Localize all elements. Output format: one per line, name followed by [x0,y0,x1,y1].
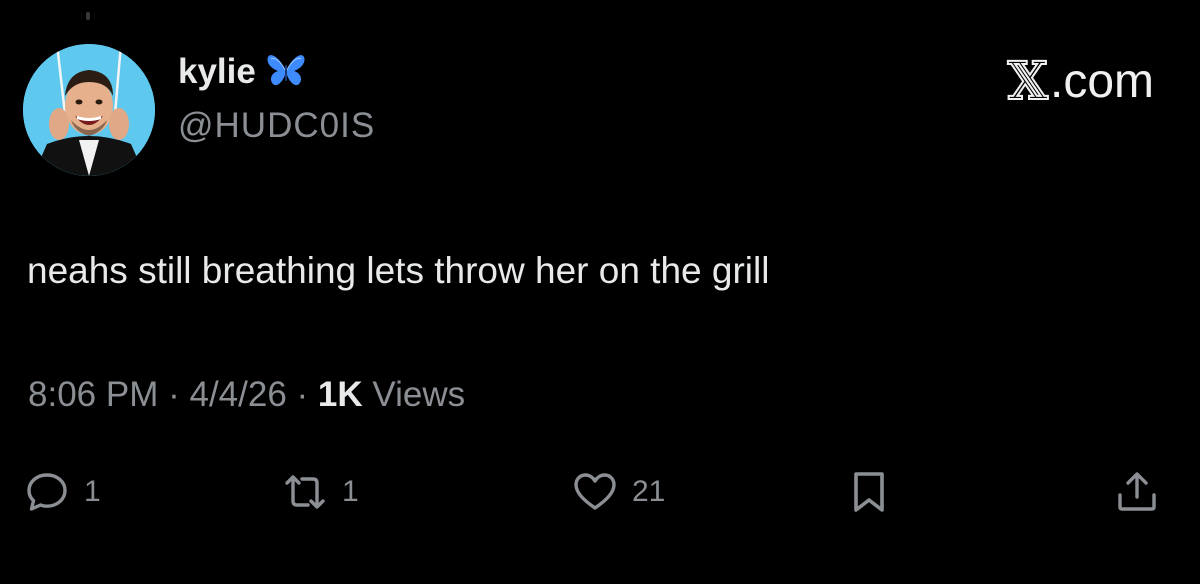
heart-icon [574,473,616,510]
top-indicator [86,12,90,20]
meta-separator: · [168,375,180,414]
views-count: 1K [317,375,363,414]
retweet-count: 1 [342,475,359,508]
butterfly-icon [266,53,306,91]
bookmark-icon [854,472,884,512]
avatar[interactable] [23,44,155,176]
share-icon [1118,472,1156,511]
retweet-button[interactable]: 1 [282,462,359,522]
author-handle[interactable]: @HUDC0IS [178,106,375,146]
meta-separator: · [296,375,309,414]
views-label: Views [372,375,466,414]
bookmark-button[interactable] [846,462,892,522]
share-button[interactable] [1114,462,1160,522]
reply-button[interactable]: 1 [24,462,101,522]
tweet-meta: 8:06 PM · 4/4/26 · 1K Views [28,374,465,416]
brand-watermark: 𝕏 .com [1007,52,1154,112]
retweet-icon [285,475,325,509]
author-display-name[interactable]: kylie [178,52,256,92]
like-button[interactable]: 21 [572,462,665,522]
x-logo-icon: 𝕏 [1007,52,1049,112]
author-name-row: kylie [178,52,306,92]
reply-icon [27,473,67,511]
tweet-text: neahs still breathing lets throw her on … [27,250,770,291]
tweet-date[interactable]: 4/4/26 [189,375,286,414]
action-bar: 1 1 21 [0,462,1200,522]
reply-count: 1 [84,475,101,508]
avatar-image [23,44,155,176]
brand-label: .com [1049,55,1154,108]
tweet-time[interactable]: 8:06 PM [28,375,158,414]
like-count: 21 [632,475,666,508]
